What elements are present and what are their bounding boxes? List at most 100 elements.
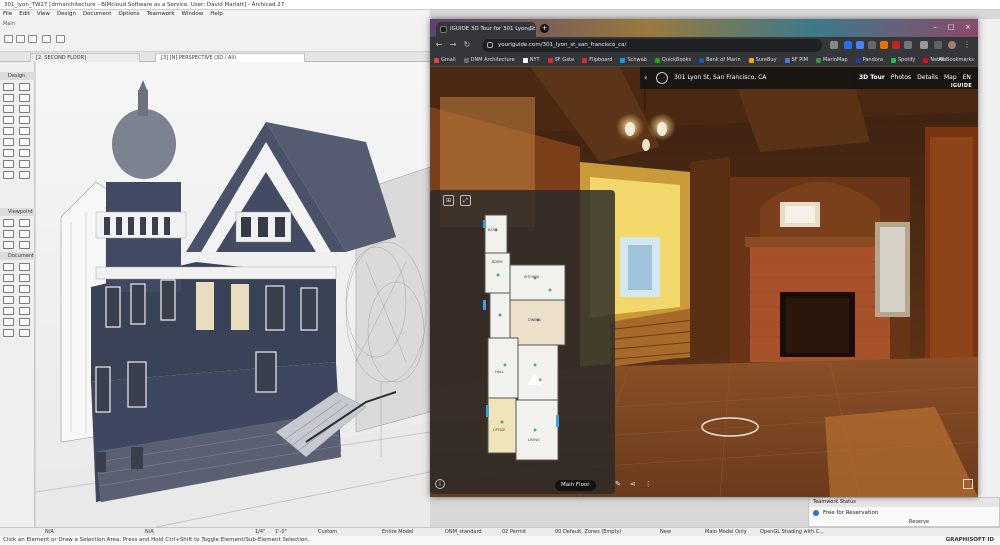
agent-avatar-icon[interactable] — [656, 72, 668, 84]
menu-window[interactable]: Window — [182, 10, 204, 19]
interior-elevation-icon[interactable] — [3, 230, 14, 238]
iguide-tour-page[interactable]: ‹ 301 Lyon St, San Francisco, CA 3D Tour… — [430, 67, 978, 497]
close-window-icon[interactable]: × — [961, 22, 975, 33]
minimize-icon[interactable]: – — [928, 22, 942, 33]
hotspot-tool-icon[interactable] — [19, 318, 30, 326]
bookmark-item[interactable]: QuickBooks — [654, 57, 691, 63]
toolbox-design-header[interactable]: Design — [0, 72, 35, 80]
railing-tool-icon[interactable] — [19, 116, 30, 124]
menu-teamwork[interactable]: Teamwork — [147, 10, 175, 19]
slab-tool-icon[interactable] — [19, 94, 30, 102]
toolbox-viewpoint-header[interactable]: Viewpoint — [0, 208, 35, 216]
extensions-puzzle-icon[interactable] — [904, 41, 912, 49]
elevation-tool-icon[interactable] — [19, 219, 30, 227]
back-icon[interactable]: ← — [434, 40, 444, 50]
tab-3d-tour[interactable]: 3D Tour — [859, 67, 885, 89]
column-tool-icon[interactable] — [19, 83, 30, 91]
tab-details[interactable]: Details — [917, 67, 938, 89]
dimension-tool-icon[interactable] — [3, 263, 14, 271]
menu-view[interactable]: View — [37, 10, 50, 19]
extension-gray-icon[interactable] — [868, 41, 876, 49]
window-tool-icon[interactable] — [19, 127, 30, 135]
object-tool-icon[interactable] — [3, 138, 14, 146]
profile-avatar[interactable] — [948, 41, 956, 49]
all-bookmarks-button[interactable]: All Bookmarks — [938, 54, 974, 66]
grid-tool-icon[interactable] — [3, 329, 14, 337]
sidebar-icon[interactable] — [934, 41, 942, 49]
mesh-tool-icon[interactable] — [3, 149, 14, 157]
level-dimension-icon[interactable] — [19, 263, 30, 271]
downloads-icon[interactable] — [920, 41, 928, 49]
orbit-icon[interactable] — [42, 35, 51, 43]
bookmark-item[interactable]: DNM Architecture — [463, 57, 515, 63]
fullscreen-icon[interactable] — [963, 479, 973, 489]
tour-back-icon[interactable]: ‹ — [644, 67, 647, 89]
detail-tool-icon[interactable] — [3, 241, 14, 249]
label-tool-icon[interactable] — [19, 274, 30, 282]
bookmark-item[interactable]: Bank of Marin — [699, 57, 741, 63]
bookmark-item[interactable]: SureBuy — [748, 57, 777, 63]
measure-icon[interactable]: ✎ — [615, 480, 621, 488]
bookmark-star-icon[interactable] — [830, 41, 838, 49]
new-tab-button[interactable]: + — [540, 24, 549, 33]
share-icon[interactable]: ⋖ — [630, 480, 636, 488]
text-tool-icon[interactable] — [3, 274, 14, 282]
pointer-icon[interactable] — [56, 35, 65, 43]
camera-tool-icon[interactable] — [19, 241, 30, 249]
bookmark-item[interactable]: Flipboard — [582, 57, 612, 63]
roof-tool-icon[interactable] — [3, 105, 14, 113]
reload-icon[interactable]: ↻ — [462, 40, 472, 50]
menu-help[interactable]: Help — [210, 10, 223, 19]
reserve-button[interactable]: Reserve — [909, 519, 929, 525]
drawing-tool-icon[interactable] — [3, 307, 14, 315]
curtain-wall-icon[interactable] — [3, 160, 14, 168]
bookmark-item[interactable]: NYT — [522, 57, 540, 63]
bookmark-item[interactable]: MarinMap — [816, 57, 848, 63]
door-tool-icon[interactable] — [3, 127, 14, 135]
site-info-icon[interactable] — [487, 42, 493, 48]
tab-second-floor[interactable]: [2. SECOND FLOOR] — [30, 53, 140, 62]
bookmark-item[interactable]: Schwab — [620, 57, 647, 63]
extension-red-icon[interactable] — [892, 41, 900, 49]
beam-tool-icon[interactable] — [3, 94, 14, 102]
line-tool-icon[interactable] — [19, 285, 30, 293]
fill-tool-icon[interactable] — [3, 285, 14, 293]
menu-edit[interactable]: Edit — [19, 10, 30, 19]
bookmark-item[interactable]: Gmail — [434, 57, 456, 63]
floor-plan-panel[interactable]: ⊞ ⤢ KITCHEN DINING LIVING OFFICE HALL BD… — [430, 190, 615, 494]
menu-document[interactable]: Document — [83, 10, 112, 19]
extension-orange-icon[interactable] — [880, 41, 888, 49]
bookmark-item[interactable]: SF PIM — [784, 57, 808, 63]
more-options-icon[interactable]: ⋮ — [645, 480, 652, 488]
spline-tool-icon[interactable] — [3, 318, 14, 326]
address-bar[interactable]: youriguide.com/301_lyon_st_san_francisco… — [482, 39, 822, 52]
graphisoft-id-logo[interactable]: GRAPHISOFT ID — [946, 536, 994, 545]
morph-tool-icon[interactable] — [19, 149, 30, 157]
menu-design[interactable]: Design — [57, 10, 76, 19]
bookmark-item[interactable]: Spotify — [890, 57, 915, 63]
menu-file[interactable]: File — [3, 10, 12, 19]
lamp-tool-icon[interactable] — [3, 171, 14, 179]
tab-photos[interactable]: Photos — [891, 67, 911, 89]
shell-tool-icon[interactable] — [19, 105, 30, 113]
info-icon[interactable]: i — [435, 479, 445, 489]
wall-tool-icon[interactable] — [3, 83, 14, 91]
marquee-tool-icon[interactable] — [16, 35, 25, 43]
corner-window-icon[interactable] — [19, 171, 30, 179]
main-floor-button[interactable]: Main Floor — [555, 480, 596, 491]
floor-plan-drawing[interactable] — [430, 190, 615, 494]
extension-blue-icon[interactable] — [856, 41, 864, 49]
polyline-tool-icon[interactable] — [19, 296, 30, 304]
menu-options[interactable]: Options — [118, 10, 139, 19]
zone-tool-icon[interactable] — [19, 138, 30, 146]
stair-tool-icon[interactable] — [3, 116, 14, 124]
layer-icon[interactable] — [28, 35, 37, 43]
browser-menu-icon[interactable]: ⋮ — [962, 40, 972, 50]
browser-tab-iguide[interactable]: iGUIDE 3D Tour for 301 Lyon St × — [436, 22, 536, 37]
tab-perspective[interactable]: [3] [N] PERSPECTIVE (3D / All) — [155, 53, 305, 62]
maximize-icon[interactable]: □ — [944, 22, 958, 33]
perspective-3d-viewport[interactable] — [36, 62, 430, 527]
bookmark-item[interactable]: SF Gate — [547, 57, 574, 63]
skylight-icon[interactable] — [19, 160, 30, 168]
tab-close-icon[interactable]: × — [527, 22, 532, 37]
